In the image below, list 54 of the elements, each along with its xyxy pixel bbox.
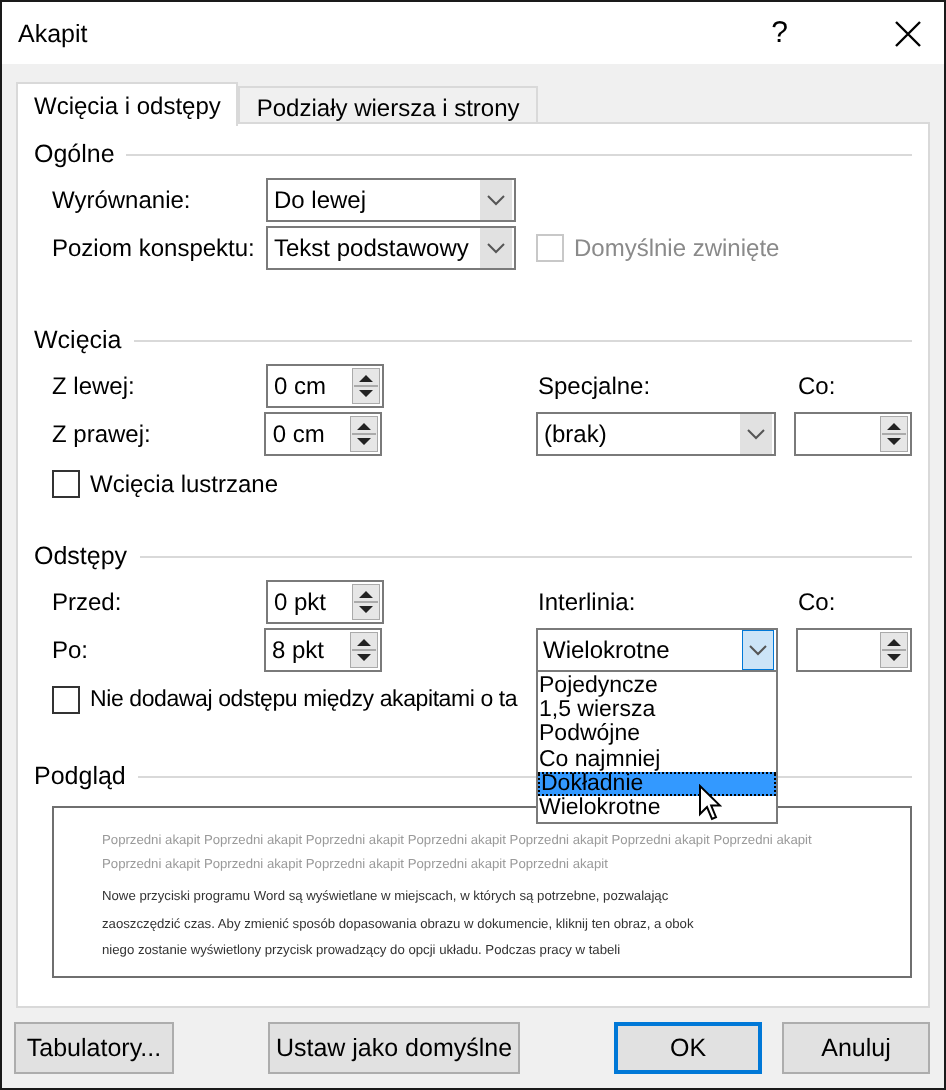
line-spacing-at-field[interactable] — [795, 628, 912, 672]
spin-arrows-icon — [350, 416, 379, 452]
indent-by-field[interactable] — [794, 412, 912, 456]
dropdown-option[interactable]: Pojedyncze — [537, 674, 775, 699]
chevron-icon — [740, 414, 773, 454]
field-label: Po: — [52, 636, 91, 664]
section-heading: Odstępy — [34, 542, 130, 570]
line-spacing-dropdown[interactable]: Wielokrotne — [535, 628, 777, 672]
field-label: Przed: — [52, 588, 124, 616]
dialog-button[interactable]: Anuluj — [782, 1022, 930, 1074]
spin-arrows-icon — [879, 416, 908, 452]
tab[interactable]: Podziały wiersza i strony — [238, 86, 538, 126]
special-indent-dropdown[interactable]: (brak) — [536, 412, 777, 456]
field-label: Wyrównanie: — [52, 186, 193, 214]
checkbox[interactable] — [52, 686, 80, 714]
dropdown-option[interactable]: 1,5 wiersza — [537, 698, 775, 723]
window-title: Akapit — [18, 19, 90, 47]
alignment-dropdown[interactable]: Do lewej — [266, 178, 516, 222]
spacing-before-field[interactable]: 0 pkt — [266, 580, 384, 624]
dropdown-option[interactable]: Dokładnie — [537, 771, 775, 796]
chevron-icon — [741, 630, 773, 670]
section-heading: Wcięcia — [34, 326, 124, 354]
field-label: Z prawej: — [52, 420, 153, 448]
dialog-button[interactable]: OK — [614, 1022, 762, 1074]
spacing-after-field[interactable]: 8 pkt — [264, 628, 381, 672]
spin-arrows-icon — [349, 632, 377, 668]
section-heading: Podgląd — [34, 762, 128, 790]
help-button[interactable]: ? — [771, 16, 788, 50]
right-indent-field[interactable]: 0 cm — [264, 412, 383, 456]
dialog-button[interactable]: Ustaw jako domyślne — [268, 1022, 520, 1074]
dropdown-option[interactable]: Podwójne — [537, 722, 775, 748]
spin-arrows-icon — [352, 584, 380, 620]
checkbox[interactable] — [52, 470, 80, 498]
checkbox-label: Domyślnie zwinięte — [574, 234, 780, 262]
field-label: Specjalne: — [538, 372, 653, 400]
checkbox-label: Nie dodawaj odstępu między akapitami o ta — [90, 688, 518, 712]
chevron-icon — [480, 228, 512, 268]
spin-arrows-icon — [352, 368, 380, 404]
tab[interactable]: Wcięcia i odstępy — [16, 82, 239, 126]
field-label: Co: — [798, 372, 836, 400]
field-label: Poziom konspektu: — [52, 234, 257, 262]
field-label: Z lewej: — [52, 372, 137, 400]
dropdown-option[interactable]: Wielokrotne — [537, 795, 775, 821]
section-heading: Ogólne — [34, 140, 117, 168]
dropdown-option[interactable]: Co najmniej — [537, 747, 775, 772]
chevron-icon — [480, 180, 512, 220]
dialog-button[interactable]: Tabulatory... — [14, 1022, 174, 1074]
left-indent-field[interactable]: 0 cm — [266, 364, 384, 408]
field-label: Interlinia: — [538, 588, 638, 616]
spin-arrows-icon — [880, 632, 908, 668]
close-icon[interactable] — [894, 19, 922, 47]
checkbox-label: Wcięcia lustrzane — [90, 470, 279, 498]
field-label: Co: — [798, 588, 836, 616]
outline-level-dropdown[interactable]: Tekst podstawowy — [266, 226, 516, 270]
